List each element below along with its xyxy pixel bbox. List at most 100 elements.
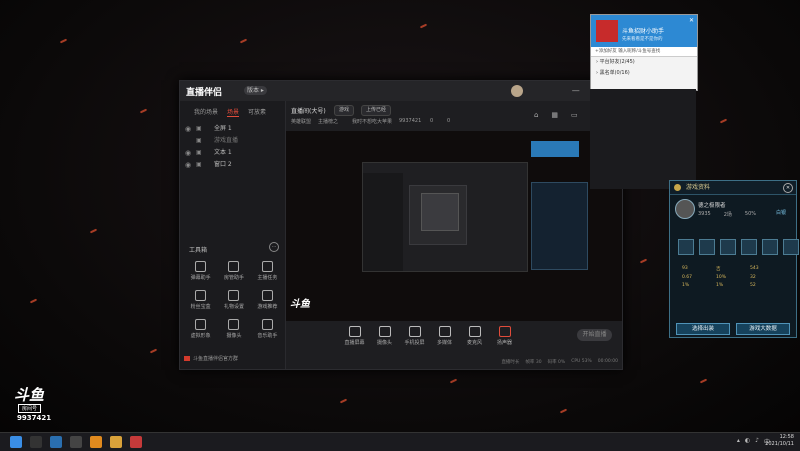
contact-group[interactable]: › 平台好友(2/45) (591, 57, 697, 68)
scene-item[interactable]: ◉ ▣ 窗口 2 (180, 159, 285, 171)
lock-icon[interactable]: ▣ (196, 147, 202, 159)
item-icon[interactable] (720, 239, 736, 255)
lock-icon[interactable]: ▣ (196, 135, 202, 147)
browser-icon[interactable] (50, 436, 62, 448)
viewer-count: 9937421 (399, 118, 422, 124)
version-badge[interactable]: 版本 ▸ (244, 86, 267, 95)
tool-item[interactable]: 房管助手 (217, 261, 250, 281)
toolbox-grid: 弹幕助手 房管助手 主播任务 粉丝宝盒 礼物设置 游戏推荐 虚拟形象 摄像头 音… (184, 261, 284, 339)
scene-item[interactable]: ◉ ▣ 全屏 1 (180, 123, 285, 135)
tool-item[interactable]: 摄像头 (217, 319, 250, 339)
tool-item[interactable]: 弹幕助手 (184, 261, 217, 281)
phone-icon (408, 326, 421, 337)
status-stats: 直播时长 帧率 30 码率 0% CPU 53% 00:00:00 (501, 359, 618, 365)
item-icon[interactable] (762, 239, 778, 255)
app-icon[interactable] (70, 436, 82, 448)
tool-icon (195, 290, 207, 301)
preview-nested-window (362, 162, 528, 272)
contact-group[interactable]: › 黑名单(0/16) (591, 68, 697, 79)
notice-icon (184, 356, 190, 361)
search-icon[interactable] (30, 436, 42, 448)
start-icon[interactable] (10, 436, 22, 448)
game-panel-header: 游戏资料 ✕ (670, 181, 796, 195)
close-icon[interactable]: ✕ (689, 17, 694, 24)
gift-icon[interactable]: ▦ (551, 111, 558, 119)
lock-icon[interactable]: ▣ (196, 123, 202, 135)
tag-pill-2[interactable]: 主播榜之 (318, 118, 338, 125)
volume-icon[interactable]: ♪ (755, 437, 759, 446)
ember (699, 378, 708, 384)
camera-button[interactable]: 摄像头 (374, 326, 395, 346)
stream-preview[interactable]: 斗鱼 (286, 131, 622, 321)
item-icon[interactable] (699, 239, 715, 255)
clock[interactable]: 12:58 2021/10/11 (765, 434, 794, 448)
title-bar[interactable]: 直播伴侣 版本 ▸ — ▢ ✕ (180, 81, 622, 101)
contact-search[interactable]: +添加好友 输入昵称/斗鱼号查找 (591, 47, 697, 57)
item-icon[interactable] (783, 239, 799, 255)
microphone-icon (468, 326, 481, 337)
live-companion-icon[interactable] (110, 436, 122, 448)
ember (89, 228, 98, 234)
game-launcher-icon[interactable] (90, 436, 102, 448)
scene-item[interactable]: ◉ ▣ 文本 1 (180, 147, 285, 159)
app-logo: 直播伴侣 (186, 88, 223, 98)
tab-my-scenes[interactable]: 我的场景 (194, 107, 218, 117)
item-icon[interactable] (741, 239, 757, 255)
ember (419, 23, 428, 29)
douyu-icon[interactable] (130, 436, 142, 448)
avatar[interactable] (511, 85, 523, 97)
screen-icon[interactable]: ▭ (571, 111, 578, 119)
contact-avatar[interactable] (596, 20, 618, 42)
edit-pill[interactable]: 上传已经 (361, 105, 392, 116)
tool-icon (261, 261, 273, 272)
ember (559, 408, 568, 414)
close-icon[interactable]: ✕ (783, 183, 793, 193)
category-pill[interactable]: 游戏 (334, 105, 355, 116)
more-tools-icon[interactable]: ··· (269, 242, 279, 252)
layout-icon[interactable]: ⌂ (534, 111, 538, 119)
start-live-button[interactable]: 开始直播 (577, 329, 612, 341)
tag-pill[interactable]: 英雄联盟 (291, 118, 311, 125)
eye-icon[interactable]: ◉ (185, 123, 191, 135)
hero-portrait (675, 199, 695, 219)
speaker-button[interactable]: 扬声器 (494, 326, 515, 346)
network-icon[interactable]: ◐ (745, 437, 750, 446)
ember (59, 38, 68, 44)
preview-logo: 斗鱼 (290, 299, 310, 310)
minimize-button[interactable]: — (572, 86, 580, 95)
tab-sources[interactable]: 可放素 (248, 107, 266, 117)
screen-capture-button[interactable]: 直播屏幕 (344, 326, 365, 346)
tool-item[interactable]: 礼物设置 (217, 290, 250, 310)
build-select-button[interactable]: 选择出装 (676, 323, 730, 335)
ember (719, 118, 728, 124)
eye-icon[interactable]: ◉ (185, 159, 191, 171)
tool-item[interactable]: 粉丝宝盒 (184, 290, 217, 310)
likes-count: 0 (430, 118, 434, 124)
live-companion-window[interactable]: 直播伴侣 版本 ▸ — ▢ ✕ 我的场景 场景 可放素 ◉▣全屏 1 ▣游戏直播… (179, 80, 623, 370)
tray-icon[interactable]: ▴ (737, 437, 740, 446)
tool-item[interactable]: 音乐助手 (251, 319, 284, 339)
room-title[interactable]: 直播间(大号) (291, 106, 326, 115)
lock-icon[interactable]: ▣ (196, 159, 202, 171)
scene-item[interactable]: ▣ 游戏直播 (180, 135, 285, 147)
tab-scenes[interactable]: 场景 (227, 107, 240, 117)
game-info-panel[interactable]: 游戏资料 ✕ 德之极限者 3935 2场 50% 白银 93 吉 543 0.6… (669, 180, 799, 338)
chat-contact-panel[interactable]: 斗鱼招财小助手 先来看看是不是你的 ✕ +添加好友 输入昵称/斗鱼号查找 › 平… (590, 14, 698, 91)
tool-item[interactable]: 主播任务 (251, 261, 284, 281)
speaker-icon (498, 326, 511, 337)
eye-icon[interactable]: ◉ (185, 147, 191, 159)
group-notice[interactable]: 斗鱼直播伴侣官方群 (184, 355, 238, 362)
play-icon (438, 326, 451, 337)
media-button[interactable]: 多媒体 (434, 326, 455, 346)
tool-icon (195, 319, 207, 330)
phone-cast-button[interactable]: 手机投屏 (404, 326, 425, 346)
tool-icon (228, 290, 240, 301)
room-label: 房间号 (18, 404, 42, 413)
tool-item[interactable]: 虚拟形象 (184, 319, 217, 339)
item-icon[interactable] (678, 239, 694, 255)
ember (139, 108, 148, 114)
big-data-button[interactable]: 游戏大数据 (736, 323, 790, 335)
microphone-button[interactable]: 麦克风 (464, 326, 485, 346)
tool-item[interactable]: 游戏推荐 (251, 290, 284, 310)
toolbox-title: 工具箱 (189, 247, 208, 254)
